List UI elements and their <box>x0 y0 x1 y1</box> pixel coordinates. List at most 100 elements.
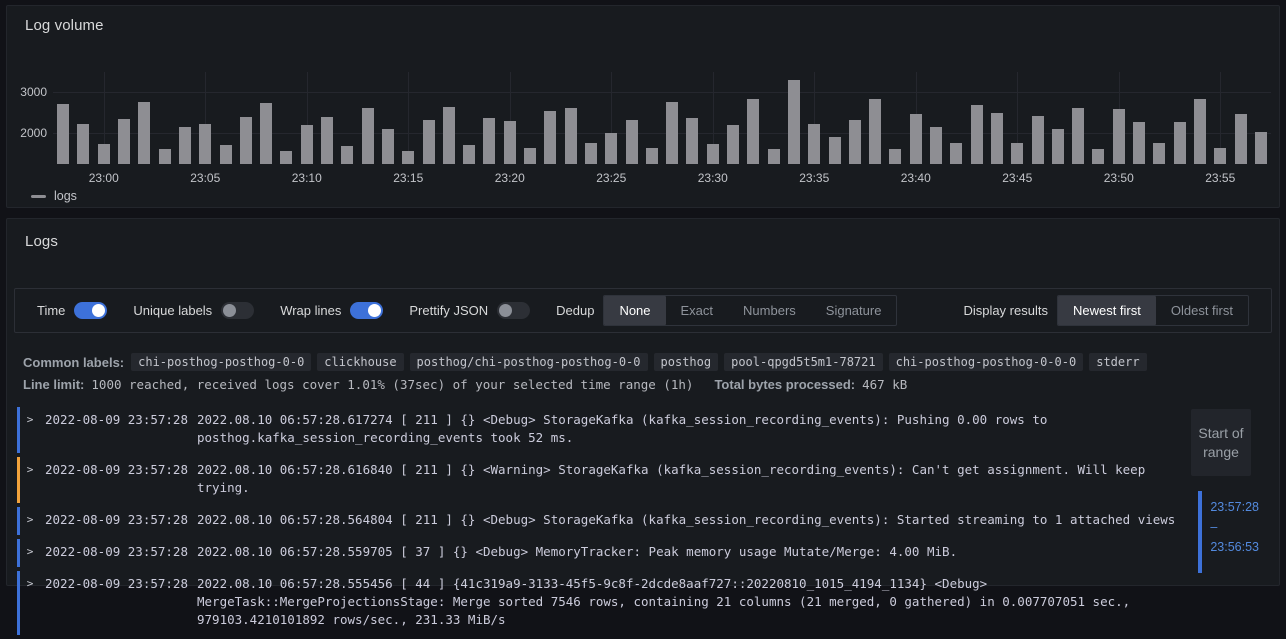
legend-item-logs[interactable]: logs <box>31 189 77 203</box>
y-tick-label: 2000 <box>11 126 47 140</box>
common-labels-badges: chi-posthog-posthog-0-0clickhouseposthog… <box>131 353 1146 371</box>
volume-bar[interactable] <box>280 151 292 164</box>
volume-bar[interactable] <box>1214 148 1226 164</box>
volume-bar[interactable] <box>544 111 556 164</box>
volume-bar[interactable] <box>463 145 475 164</box>
toggle-switch-wrap-lines[interactable] <box>350 302 383 319</box>
log-row[interactable]: >2022-08-09 23:57:282022.08.10 06:57:28.… <box>17 457 1191 503</box>
toggle-switch-time[interactable] <box>74 302 107 319</box>
volume-bar[interactable] <box>220 145 232 164</box>
common-labels-label: Common labels: <box>23 355 124 370</box>
volume-bar[interactable] <box>199 124 211 164</box>
volume-bar[interactable] <box>585 143 597 164</box>
volume-bar[interactable] <box>1153 143 1165 164</box>
volume-bar[interactable] <box>1255 132 1267 164</box>
volume-bar[interactable] <box>77 124 89 164</box>
volume-bar[interactable] <box>889 149 901 164</box>
display-results-control: Display results Newest firstOldest first <box>963 295 1249 326</box>
toggle-switch-prettify-json[interactable] <box>497 302 530 319</box>
volume-bar[interactable] <box>626 120 638 164</box>
volume-bar[interactable] <box>1113 109 1125 164</box>
expand-row-icon[interactable]: > <box>23 543 37 561</box>
volume-bar[interactable] <box>565 108 577 164</box>
expand-row-icon[interactable]: > <box>23 511 37 529</box>
volume-bar[interactable] <box>849 120 861 164</box>
volume-bar[interactable] <box>362 108 374 164</box>
volume-bar[interactable] <box>341 146 353 164</box>
volume-bar[interactable] <box>666 102 678 164</box>
toggle-knob <box>368 304 381 317</box>
volume-bar[interactable] <box>240 117 252 164</box>
volume-bar[interactable] <box>1011 143 1023 164</box>
total-bytes-label: Total bytes processed: <box>714 377 855 392</box>
volume-bar[interactable] <box>301 125 313 164</box>
volume-bar[interactable] <box>788 80 800 164</box>
display-results-option-oldest-first[interactable]: Oldest first <box>1156 296 1248 325</box>
volume-bar[interactable] <box>991 113 1003 164</box>
volume-bar[interactable] <box>808 124 820 164</box>
volume-bar[interactable] <box>524 148 536 164</box>
volume-bar[interactable] <box>707 144 719 164</box>
volume-bar[interactable] <box>321 117 333 164</box>
volume-bar[interactable] <box>686 118 698 164</box>
toggle-switch-unique-labels[interactable] <box>221 302 254 319</box>
volume-bar[interactable] <box>423 120 435 164</box>
volume-bar[interactable] <box>747 99 759 164</box>
log-timestamp: 2022-08-09 23:57:28 <box>45 511 189 529</box>
volume-bar[interactable] <box>1133 122 1145 164</box>
volume-bar[interactable] <box>1235 114 1247 164</box>
volume-bar[interactable] <box>869 99 881 164</box>
log-volume-chart: 2000300023:0023:0523:1023:1523:2023:2523… <box>7 6 1279 207</box>
toggle-label-prettify-json: Prettify JSON <box>409 303 488 318</box>
log-row[interactable]: >2022-08-09 23:57:282022.08.10 06:57:28.… <box>17 571 1191 635</box>
volume-bar[interactable] <box>829 137 841 164</box>
dedup-option-none[interactable]: None <box>604 296 665 325</box>
volume-bar[interactable] <box>159 149 171 164</box>
volume-bar[interactable] <box>483 118 495 164</box>
volume-bar[interactable] <box>930 127 942 164</box>
volume-bar[interactable] <box>443 107 455 164</box>
volume-bar[interactable] <box>118 119 130 164</box>
log-row[interactable]: >2022-08-09 23:57:282022.08.10 06:57:28.… <box>17 407 1191 453</box>
volume-bar[interactable] <box>1194 99 1206 164</box>
volume-bar[interactable] <box>1072 108 1084 164</box>
volume-bar[interactable] <box>504 121 516 164</box>
x-tick-label: 23:15 <box>378 171 438 185</box>
volume-bar[interactable] <box>1052 129 1064 164</box>
volume-bar[interactable] <box>646 148 658 164</box>
expand-row-icon[interactable]: > <box>23 461 37 497</box>
x-tick-label: 23:45 <box>987 171 1047 185</box>
volume-bar[interactable] <box>179 127 191 164</box>
volume-bar[interactable] <box>138 102 150 164</box>
common-label-badge: clickhouse <box>317 353 403 371</box>
volume-bar[interactable] <box>910 114 922 164</box>
volume-bar[interactable] <box>402 151 414 164</box>
display-results-option-newest-first[interactable]: Newest first <box>1058 296 1156 325</box>
volume-bar[interactable] <box>57 104 69 164</box>
log-row[interactable]: >2022-08-09 23:57:282022.08.10 06:57:28.… <box>17 539 1191 567</box>
volume-bar[interactable] <box>260 103 272 164</box>
log-volume-plot[interactable] <box>53 72 1271 164</box>
expand-row-icon[interactable]: > <box>23 575 37 629</box>
log-options-bar: TimeUnique labelsWrap linesPrettify JSON… <box>14 288 1272 333</box>
dedup-option-numbers[interactable]: Numbers <box>728 296 811 325</box>
volume-bar[interactable] <box>382 129 394 164</box>
y-tick-label: 3000 <box>11 85 47 99</box>
volume-bar[interactable] <box>1092 149 1104 164</box>
volume-bar[interactable] <box>605 133 617 164</box>
log-message: 2022.08.10 06:57:28.559705 [ 37 ] {} <De… <box>197 543 1191 561</box>
dedup-option-exact[interactable]: Exact <box>666 296 729 325</box>
volume-bar[interactable] <box>950 143 962 164</box>
volume-bar[interactable] <box>768 149 780 164</box>
dedup-option-signature[interactable]: Signature <box>811 296 897 325</box>
x-tick-label: 23:10 <box>277 171 337 185</box>
volume-bar[interactable] <box>98 144 110 164</box>
line-limit-row: Line limit: 1000 reached, received logs … <box>23 377 1263 392</box>
display-results-options: Newest firstOldest first <box>1057 295 1249 326</box>
volume-bar[interactable] <box>971 105 983 164</box>
volume-bar[interactable] <box>727 125 739 164</box>
volume-bar[interactable] <box>1174 122 1186 164</box>
expand-row-icon[interactable]: > <box>23 411 37 447</box>
log-row[interactable]: >2022-08-09 23:57:282022.08.10 06:57:28.… <box>17 507 1191 535</box>
volume-bar[interactable] <box>1032 116 1044 164</box>
